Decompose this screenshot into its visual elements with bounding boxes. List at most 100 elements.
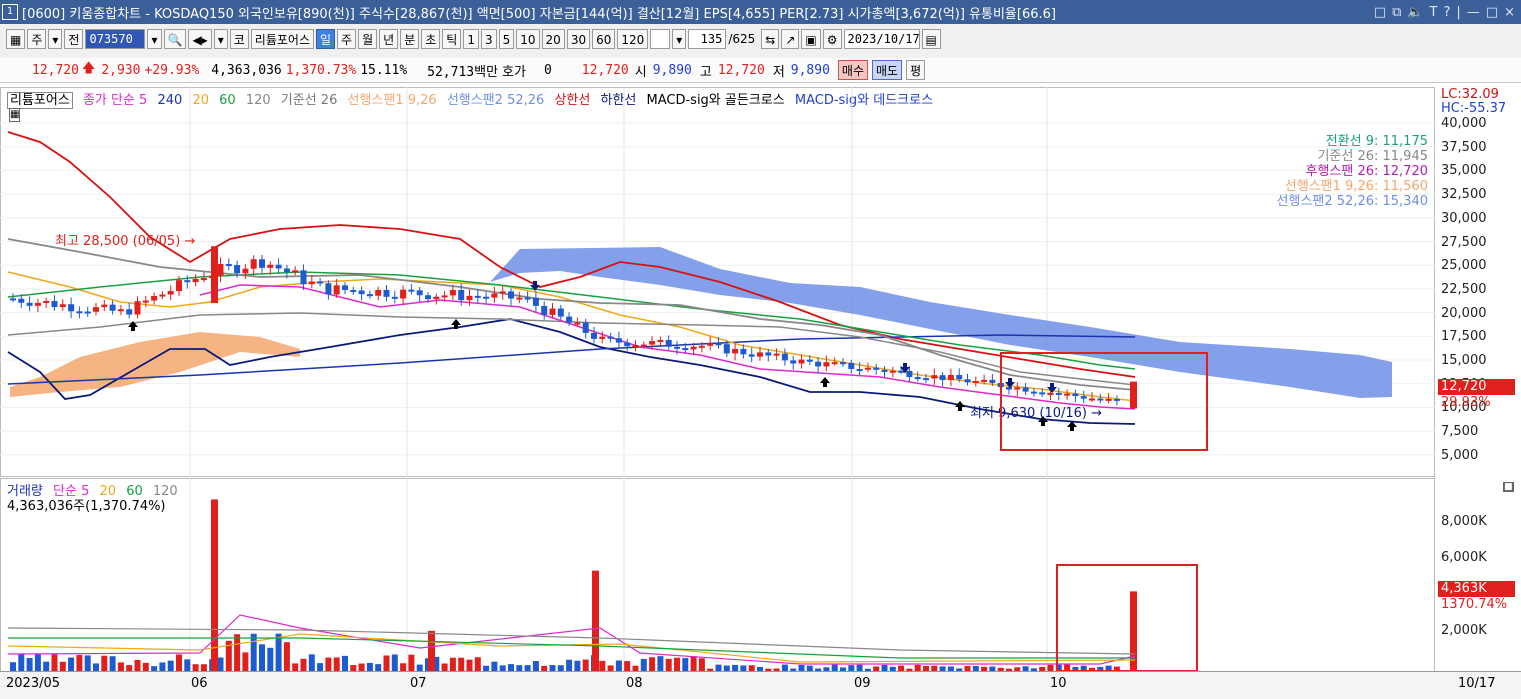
volume-bar xyxy=(1130,591,1137,671)
current-pct-tag: 29.93% xyxy=(1441,395,1491,410)
date-input[interactable]: 2023/10/17 xyxy=(843,29,920,49)
ma5-line xyxy=(199,284,1136,410)
minute-option[interactable]: 60 xyxy=(592,29,616,49)
calendar-icon[interactable]: ▤ xyxy=(921,29,941,49)
minute-option[interactable]: 5 xyxy=(498,29,515,49)
candle xyxy=(989,379,996,383)
volume-bar xyxy=(68,657,75,671)
candle xyxy=(765,352,772,356)
volume-bar xyxy=(428,630,435,671)
golden-cross-arrow xyxy=(955,401,965,411)
minute-option[interactable]: 120 xyxy=(617,29,649,49)
candle xyxy=(234,265,241,274)
help-icon[interactable]: ? xyxy=(1444,5,1451,20)
search-icon[interactable]: 🔍 xyxy=(163,29,187,49)
candle xyxy=(1080,396,1087,399)
count-input[interactable]: 135 xyxy=(688,29,727,49)
open-price: 9,890 xyxy=(652,62,692,78)
code-dropdown-icon[interactable]: ▾ xyxy=(147,29,162,49)
sound-toggle-icon[interactable]: ◀▸ xyxy=(188,29,212,49)
volume-bar xyxy=(640,658,647,671)
copy-window-icon[interactable]: ⧉ xyxy=(1392,5,1401,20)
stock-name-label[interactable]: 리튬포어스 xyxy=(250,29,314,49)
ichimoku-label: 후행스팬 26: 12,720 xyxy=(1305,163,1428,179)
volume-bar xyxy=(84,655,91,671)
chart-menu-icon[interactable]: ▦ xyxy=(6,29,26,49)
volume-bar xyxy=(184,659,191,671)
close-icon[interactable]: × xyxy=(1504,5,1515,20)
price-tick: 22,500 xyxy=(1441,281,1487,297)
custom-interval-input[interactable] xyxy=(650,29,671,49)
prev-button[interactable]: 전 xyxy=(64,29,84,49)
volume-bar xyxy=(400,663,407,671)
candle xyxy=(607,336,614,339)
restore-icon[interactable]: □ xyxy=(1374,5,1386,20)
volume-bar xyxy=(358,663,365,671)
interval-dropdown-icon[interactable]: ▾ xyxy=(672,29,687,49)
candle xyxy=(549,308,556,315)
period-select[interactable]: 주 xyxy=(27,29,47,49)
save-icon[interactable]: ▣ xyxy=(801,29,821,49)
candle xyxy=(674,346,680,349)
sell-button[interactable]: 매도 xyxy=(872,60,903,80)
tab-year[interactable]: 년 xyxy=(379,29,399,49)
volume-bar xyxy=(474,657,481,671)
tab-week[interactable]: 주 xyxy=(337,29,357,49)
hoga-value: 0 xyxy=(543,62,552,78)
stock-code-input[interactable]: 073570 xyxy=(85,29,146,49)
candle xyxy=(449,290,456,296)
gear-icon[interactable]: ⚙ xyxy=(822,29,842,49)
candle xyxy=(1055,392,1062,395)
market-dropdown-icon[interactable]: ▾ xyxy=(213,29,228,49)
current-price: 12,720 xyxy=(32,62,79,78)
high-price: 12,720 xyxy=(717,62,765,78)
volume-bar xyxy=(192,664,199,671)
candle xyxy=(325,283,332,295)
panel-close-icon[interactable]: ■ xyxy=(1503,482,1514,492)
price-tick: 35,000 xyxy=(1441,163,1487,179)
candle xyxy=(516,297,523,300)
minute-option[interactable]: 1 xyxy=(463,29,479,49)
candle xyxy=(10,298,16,301)
candle xyxy=(211,246,218,304)
maximize-icon[interactable]: □ xyxy=(1486,5,1498,20)
candle xyxy=(416,290,423,296)
tab-tick[interactable]: 틱 xyxy=(442,29,462,49)
minimize-icon[interactable]: — xyxy=(1467,5,1480,20)
minute-option[interactable]: 10 xyxy=(516,29,540,49)
tab-minute[interactable]: 분 xyxy=(400,29,420,49)
separator: | xyxy=(1456,4,1461,20)
candle xyxy=(176,280,182,292)
x-label-right: 10/17 xyxy=(1458,676,1496,691)
last-candle xyxy=(1130,381,1137,409)
sound-icon[interactable]: 🔈 xyxy=(1407,5,1423,20)
buy-button[interactable]: 매수 xyxy=(837,60,869,80)
tab-day[interactable]: 일 xyxy=(316,29,336,49)
price-tick: 32,500 xyxy=(1441,187,1487,203)
minute-option[interactable]: 30 xyxy=(566,29,591,49)
candle xyxy=(898,370,905,373)
candle xyxy=(408,289,415,292)
volume-bar xyxy=(599,660,606,671)
volume-bar xyxy=(615,660,622,671)
candle xyxy=(732,348,739,354)
candle xyxy=(947,375,954,381)
draw-tool-icon[interactable]: ↗ xyxy=(781,29,800,49)
minute-option[interactable]: 3 xyxy=(480,29,497,49)
tab-second[interactable]: 초 xyxy=(421,29,441,49)
minute-option[interactable]: 20 xyxy=(541,29,565,49)
font-icon[interactable]: T xyxy=(1430,5,1438,20)
candle xyxy=(914,377,921,380)
zoom-icon[interactable]: ⇆ xyxy=(761,29,780,49)
candle xyxy=(151,295,158,301)
candle xyxy=(591,332,597,339)
market-button[interactable]: 코 xyxy=(229,29,249,49)
candle xyxy=(524,297,531,300)
candle xyxy=(366,294,373,297)
volume-bar xyxy=(449,657,456,671)
candle xyxy=(707,343,714,346)
tab-month[interactable]: 월 xyxy=(358,29,378,49)
volume-bar xyxy=(574,660,581,671)
chevron-down-icon[interactable]: ▾ xyxy=(48,29,63,49)
average-button[interactable]: 평 xyxy=(906,60,926,80)
